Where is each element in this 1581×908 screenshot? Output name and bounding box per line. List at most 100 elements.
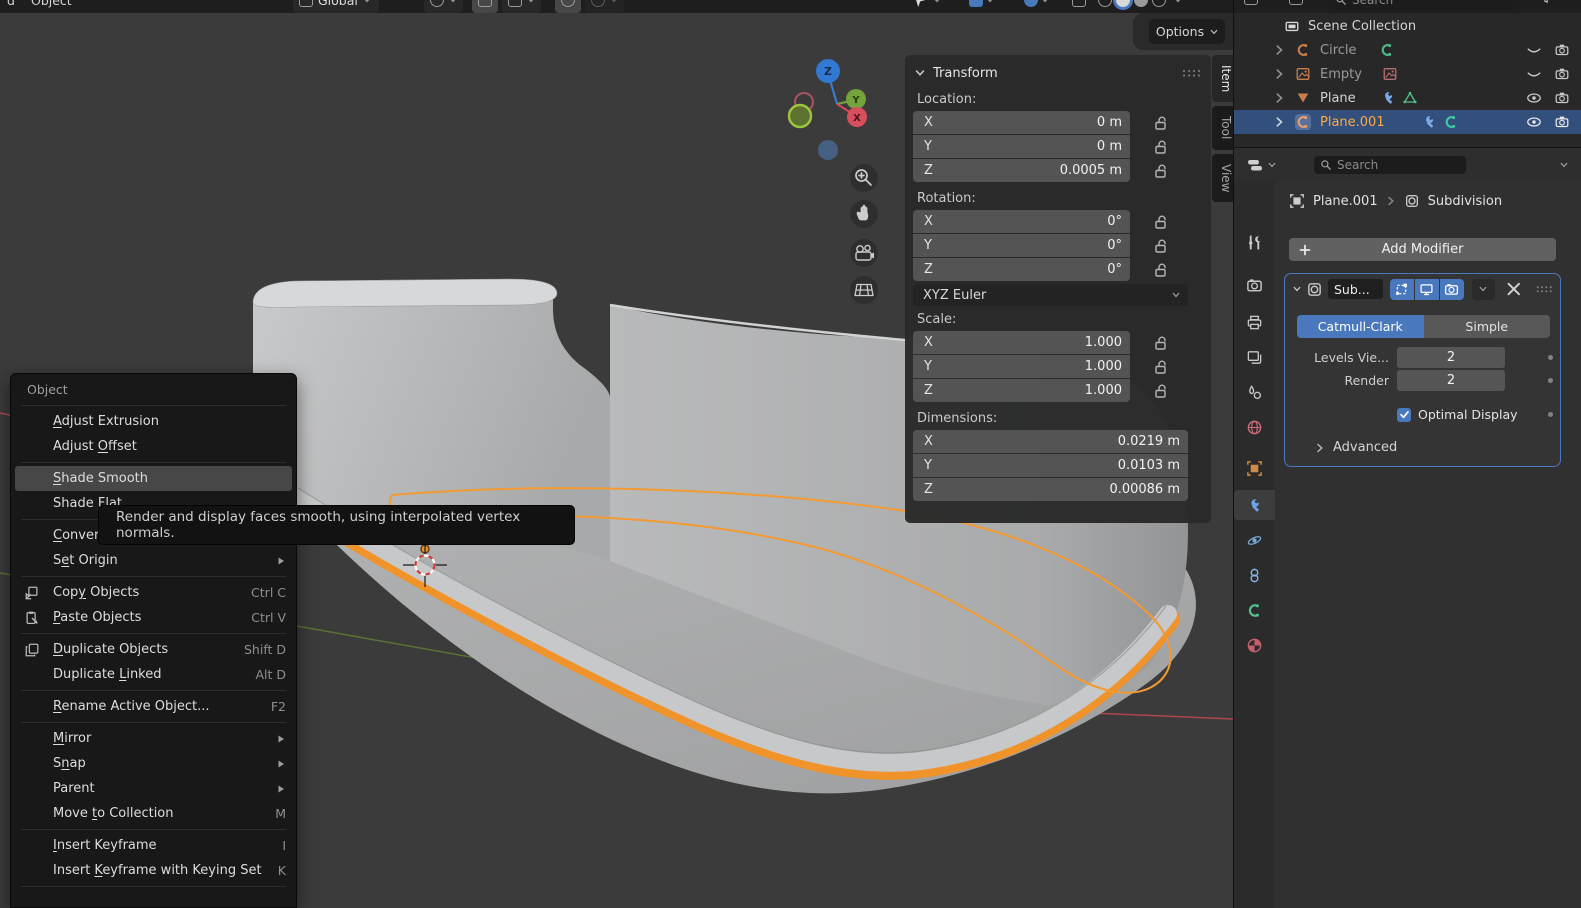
expand-chevron-icon[interactable] [1274, 66, 1285, 82]
menu-item-set-origin[interactable]: Set Origin [11, 548, 296, 573]
levels-viewport-field[interactable]: 2 [1397, 347, 1505, 368]
levels-render-field[interactable]: 2 [1397, 370, 1505, 391]
dimensions-x-field[interactable]: X0.0219 m [913, 430, 1188, 453]
panel-collapse-icon[interactable] [1293, 285, 1301, 293]
hide-icon[interactable] [1526, 42, 1542, 58]
tab-constraints[interactable] [1234, 560, 1275, 590]
eye-icon[interactable] [1526, 114, 1542, 130]
lock-icon[interactable] [1152, 138, 1170, 156]
outliner-search[interactable] [1329, 0, 1519, 9]
close-icon[interactable] [1506, 281, 1522, 297]
drag-grip-icon[interactable] [1535, 284, 1553, 294]
rendered-shading-icon[interactable] [1152, 0, 1166, 7]
add-modifier-button[interactable]: Add Modifier [1289, 238, 1556, 261]
material-shading-icon[interactable] [1134, 0, 1148, 7]
breadcrumb-modifier[interactable]: Subdivision [1428, 194, 1503, 209]
decorator-dot[interactable] [1548, 378, 1553, 383]
menu-item-shade-smooth[interactable]: Shade Smooth [15, 466, 292, 491]
transform-orientation-dropdown[interactable]: Global [293, 0, 379, 13]
expand-chevron-icon[interactable] [1274, 90, 1285, 106]
camera-visibility-icon[interactable] [1554, 66, 1570, 82]
expand-chevron-icon[interactable] [1274, 114, 1285, 130]
lock-icon[interactable] [1152, 213, 1170, 231]
location-z-field[interactable]: Z0.0005 m [913, 159, 1130, 182]
lock-icon[interactable] [1152, 237, 1170, 255]
camera-visibility-icon[interactable] [1554, 42, 1570, 58]
menu-item-move-to-collection[interactable]: Move to CollectionM [11, 801, 296, 826]
tab-object[interactable] [1234, 453, 1275, 483]
panel-grip-icon[interactable] [1181, 68, 1201, 78]
eye-icon[interactable] [1526, 90, 1542, 106]
decorator-dot[interactable] [1548, 412, 1553, 417]
outliner-filter-dropdown[interactable] [1539, 0, 1565, 5]
zoom-button[interactable] [850, 164, 878, 192]
solid-shading-icon[interactable] [1116, 0, 1130, 7]
modifier-extras-dropdown[interactable] [1472, 279, 1495, 300]
properties-search-input[interactable] [1337, 158, 1447, 172]
tab-world[interactable] [1234, 412, 1275, 442]
lock-icon[interactable] [1152, 358, 1170, 376]
pivot-point-dropdown[interactable] [424, 0, 463, 13]
tab-scene[interactable] [1234, 377, 1275, 407]
menu-item-parent[interactable]: Parent [11, 776, 296, 801]
properties-search[interactable] [1314, 156, 1466, 174]
lock-icon[interactable] [1152, 114, 1170, 132]
realtime-display-toggle[interactable] [1415, 279, 1439, 300]
outliner-display-mode-dropdown[interactable] [1244, 0, 1270, 5]
outliner-search-input[interactable] [1352, 0, 1462, 7]
menu-item-adjust-offset[interactable]: Adjust Offset [11, 434, 296, 459]
menu-item-snap[interactable]: Snap [11, 751, 296, 776]
gizmo-negy-ball[interactable] [789, 105, 811, 127]
snap-settings-dropdown[interactable] [502, 0, 541, 13]
menu-item-rename-active-object[interactable]: Rename Active Object...F2 [11, 694, 296, 719]
menu-item-insert-keyframe-keying-set[interactable]: Insert Keyframe with Keying SetK [11, 858, 296, 883]
menu-item-insert-keyframe[interactable]: Insert KeyframeI [11, 833, 296, 858]
tab-tool[interactable]: Tool [1212, 106, 1233, 149]
menu-item-adjust-extrusion[interactable]: Adjust Extrusion [11, 409, 296, 434]
tab-object-data[interactable] [1234, 595, 1275, 625]
camera-visibility-icon[interactable] [1554, 90, 1570, 106]
rotation-mode-dropdown[interactable]: XYZ Euler [913, 284, 1188, 306]
outliner-row-circle[interactable]: Circle [1234, 38, 1581, 62]
tab-material[interactable] [1234, 630, 1275, 660]
camera-visibility-icon[interactable] [1554, 114, 1570, 130]
catmull-clark-button[interactable]: Catmull-Clark [1297, 315, 1424, 338]
menu-item-paste-objects[interactable]: Paste ObjectsCtrl V [11, 605, 296, 630]
tab-modifiers[interactable] [1234, 490, 1275, 520]
location-x-field[interactable]: X0 m [913, 111, 1130, 134]
gizmo-negz-ball[interactable] [818, 140, 838, 160]
scale-x-field[interactable]: X1.000 [913, 331, 1130, 354]
panel-collapse-icon[interactable] [915, 68, 925, 78]
simple-button[interactable]: Simple [1424, 315, 1551, 338]
select-tool-dropdown[interactable] [908, 0, 947, 13]
chevron-down-icon[interactable] [1560, 161, 1568, 169]
menu-add-partial[interactable]: d [2, 0, 20, 13]
tab-output[interactable] [1234, 307, 1275, 337]
rotation-z-field[interactable]: Z0° [913, 258, 1130, 281]
menu-object[interactable]: Object [26, 0, 77, 13]
wireframe-shading-icon[interactable] [1098, 0, 1112, 7]
outliner-row-empty[interactable]: Empty [1234, 62, 1581, 86]
dimensions-y-field[interactable]: Y0.0103 m [913, 454, 1188, 477]
tab-view[interactable]: View [1212, 154, 1233, 202]
tab-physics[interactable] [1234, 525, 1275, 555]
render-display-toggle[interactable] [1440, 279, 1464, 300]
tab-view-layer[interactable] [1234, 342, 1275, 372]
advanced-section-toggle[interactable]: Advanced [1315, 440, 1397, 455]
breadcrumb-object[interactable]: Plane.001 [1313, 194, 1378, 209]
tab-item[interactable]: Item [1212, 55, 1233, 102]
edit-mode-display-toggle[interactable] [1390, 279, 1414, 300]
menu-item-copy-objects[interactable]: Copy ObjectsCtrl C [11, 580, 296, 605]
options-dropdown[interactable]: Options [1149, 19, 1225, 44]
tab-render[interactable] [1234, 270, 1275, 300]
menu-item-mirror[interactable]: Mirror [11, 726, 296, 751]
proportional-edit-toggle[interactable] [555, 0, 581, 13]
overlays-dropdown[interactable] [1018, 0, 1055, 13]
outliner-row-scene-collection[interactable]: Scene Collection [1234, 14, 1581, 38]
menu-item-duplicate-objects[interactable]: Duplicate ObjectsShift D [11, 637, 296, 662]
gizmos-dropdown[interactable] [963, 0, 1000, 13]
tab-tool-settings[interactable] [1234, 227, 1275, 257]
rotation-x-field[interactable]: X0° [913, 210, 1130, 233]
lock-icon[interactable] [1152, 162, 1170, 180]
scale-z-field[interactable]: Z1.000 [913, 379, 1130, 402]
